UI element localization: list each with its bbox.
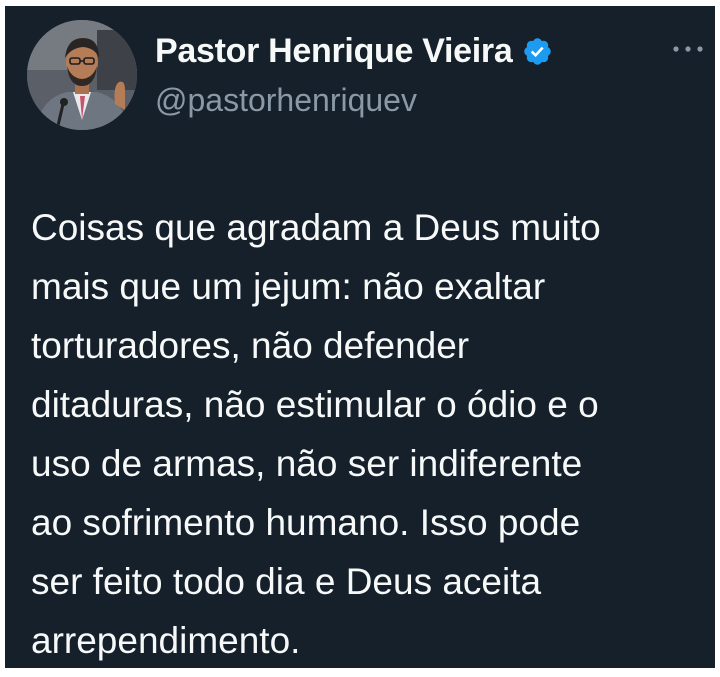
verified-badge-icon bbox=[522, 36, 553, 67]
tweet-card: Pastor Henrique Vieira @pastorhenriquev … bbox=[5, 6, 715, 668]
author-display-name[interactable]: Pastor Henrique Vieira bbox=[155, 32, 513, 71]
more-horizontal-icon[interactable] bbox=[671, 42, 705, 54]
tweet-text: Coisas que agradam a Deus muito mais que… bbox=[31, 207, 601, 661]
user-avatar-photo-icon bbox=[27, 20, 137, 130]
avatar[interactable] bbox=[27, 20, 137, 130]
author-handle[interactable]: @pastorhenriquev bbox=[155, 82, 417, 119]
author-name-row: Pastor Henrique Vieira bbox=[155, 32, 553, 71]
